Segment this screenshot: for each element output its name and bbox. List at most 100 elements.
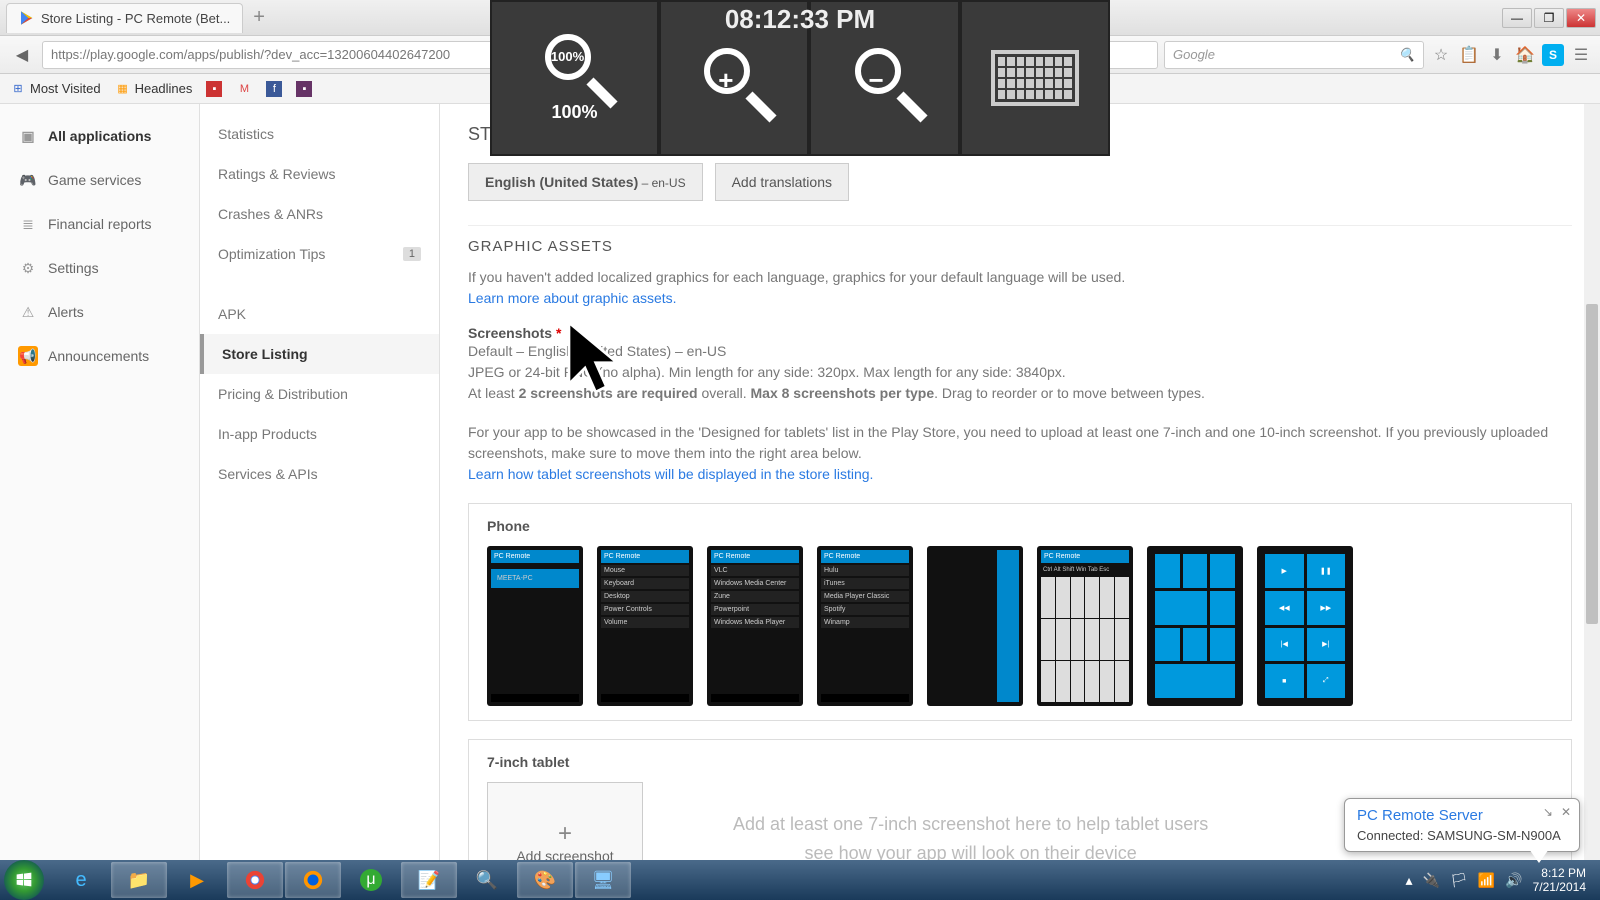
taskbar-chrome[interactable] <box>227 862 283 898</box>
grid-icon: ⊞ <box>10 81 26 97</box>
taskbar-app-1[interactable]: 🔍 <box>459 862 515 898</box>
sidebar-settings[interactable]: ⚙ Settings <box>0 246 199 290</box>
zoom-100-button[interactable]: 100% 100% <box>490 0 659 156</box>
gmail-icon[interactable]: M <box>236 81 252 97</box>
taskbar-notepad[interactable]: 📝 <box>401 862 457 898</box>
sidebar-game-services[interactable]: 🎮 Game services <box>0 158 199 202</box>
learn-tablet-link[interactable]: Learn how tablet screenshots will be dis… <box>468 466 873 482</box>
new-tab-button[interactable]: + <box>253 6 265 29</box>
start-button[interactable] <box>4 860 44 900</box>
language-selector-button[interactable]: English (United States) – en-US <box>468 163 703 201</box>
sidebar-all-applications[interactable]: ▣ All applications <box>0 114 199 158</box>
remote-control-overlay: 08:12:33 PM 100% 100% + − <box>490 0 1110 156</box>
sidebar-label: Optimization Tips <box>218 246 325 262</box>
notification-popup: ↘ ✕ PC Remote Server Connected: SAMSUNG-… <box>1344 798 1580 852</box>
overlay-clock: 08:12:33 PM <box>725 4 875 35</box>
sidebar-services-apis[interactable]: Services & APIs <box>200 454 439 494</box>
tray-network-icon[interactable]: 🔌 <box>1423 872 1440 889</box>
bookmark-favicon-4[interactable]: ▪ <box>296 81 312 97</box>
bookmark-label: Headlines <box>135 81 193 96</box>
skype-icon[interactable]: S <box>1542 44 1564 66</box>
sidebar-optimization-tips[interactable]: Optimization Tips 1 <box>200 234 439 274</box>
tray-volume-icon[interactable]: 🔊 <box>1505 872 1522 889</box>
sidebar-store-listing[interactable]: Store Listing <box>200 334 439 374</box>
tray-flag-icon[interactable]: 🏳 <box>1450 872 1468 889</box>
sidebar-crashes-anrs[interactable]: Crashes & ANRs <box>200 194 439 234</box>
close-button[interactable]: ✕ <box>1566 8 1596 28</box>
notification-body: Connected: SAMSUNG-SM-N900A <box>1357 828 1567 843</box>
screenshot-thumbnail[interactable]: PC RemoteCtrl Alt Shift Win Tab Esc <box>1037 546 1133 706</box>
browser-tab[interactable]: Store Listing - PC Remote (Bet... <box>6 3 243 33</box>
taskbar-gimp[interactable]: 🎨 <box>517 862 573 898</box>
taskbar-utorrent[interactable]: μ <box>343 862 399 898</box>
clipboard-icon[interactable]: 📋 <box>1458 44 1480 66</box>
screenshot-thumbnail[interactable]: PC RemoteVLCWindows Media CenterZunePowe… <box>707 546 803 706</box>
notification-close-icon[interactable]: ✕ <box>1561 805 1571 819</box>
taskbar-media-player[interactable]: ▶ <box>169 862 225 898</box>
screenshot-thumbnail[interactable]: PC RemoteHuluiTunesMedia Player ClassicS… <box>817 546 913 706</box>
plus-icon: + <box>558 820 572 848</box>
gear-icon: ⚙ <box>18 258 38 278</box>
sidebar-label: APK <box>218 306 246 322</box>
learn-graphic-assets-link[interactable]: Learn more about graphic assets. <box>468 290 677 306</box>
screenshot-thumbnail[interactable] <box>927 546 1023 706</box>
screenshots-heading: Screenshots * <box>468 325 1572 341</box>
sidebar-in-app-products[interactable]: In-app Products <box>200 414 439 454</box>
taskbar-explorer[interactable]: 📁 <box>111 862 167 898</box>
minimize-button[interactable]: — <box>1502 8 1532 28</box>
add-screenshot-label: Add screenshot <box>516 848 613 860</box>
magnifier-minus-icon: − <box>855 48 915 108</box>
taskbar-remote[interactable]: 🖥 <box>575 862 631 898</box>
bookmark-star-icon[interactable]: ☆ <box>1430 44 1452 66</box>
screenshot-thumbnail[interactable]: PC RemoteMouseKeyboardDesktopPower Contr… <box>597 546 693 706</box>
rss-icon: ▦ <box>115 81 131 97</box>
tray-wifi-icon[interactable]: 📶 <box>1478 872 1495 889</box>
main-panel: ST English (United States) – en-US Add t… <box>440 104 1600 860</box>
maximize-button[interactable]: ❐ <box>1534 8 1564 28</box>
facebook-icon[interactable]: f <box>266 81 282 97</box>
taskbar-ie[interactable]: e <box>53 862 109 898</box>
taskbar-firefox[interactable] <box>285 862 341 898</box>
sidebar-statistics[interactable]: Statistics <box>200 114 439 154</box>
sidebar-label: Announcements <box>48 348 149 364</box>
required-star-icon: * <box>556 325 561 341</box>
megaphone-icon: 📢 <box>18 346 38 366</box>
screenshot-thumbnail[interactable] <box>1147 546 1243 706</box>
tray-expand-icon[interactable]: ▴ <box>1405 872 1412 889</box>
add-screenshot-button[interactable]: + Add screenshot <box>487 782 643 860</box>
headlines-bookmark[interactable]: ▦ Headlines <box>115 81 193 97</box>
scrollbar-thumb[interactable] <box>1586 304 1598 624</box>
add-translations-button[interactable]: Add translations <box>715 163 849 201</box>
menu-icon[interactable]: ☰ <box>1570 44 1592 66</box>
notification-minimize-icon[interactable]: ↘ <box>1543 805 1553 819</box>
button-label: Add translations <box>732 174 832 190</box>
sidebar-ratings-reviews[interactable]: Ratings & Reviews <box>200 154 439 194</box>
clock-date: 7/21/2014 <box>1533 880 1586 894</box>
tray-clock[interactable]: 8:12 PM 7/21/2014 <box>1533 866 1586 895</box>
search-box[interactable]: Google 🔍 <box>1164 41 1424 69</box>
download-icon[interactable]: ⬇ <box>1486 44 1508 66</box>
sidebar-label: Financial reports <box>48 216 152 232</box>
phone-group-label: Phone <box>487 518 1553 534</box>
zoom-label: 100% <box>552 102 598 123</box>
sidebar-announcements[interactable]: 📢 Announcements <box>0 334 199 378</box>
bookmark-favicon-1[interactable]: ▪ <box>206 81 222 97</box>
home-icon[interactable]: 🏠 <box>1514 44 1536 66</box>
sidebar-label: Crashes & ANRs <box>218 206 323 222</box>
keyboard-button[interactable] <box>960 0 1110 156</box>
language-label: English (United States) <box>485 174 638 190</box>
screenshot-thumbnail[interactable]: ▶❚❚◀◀▶▶|◀▶|■⤢ <box>1257 546 1353 706</box>
screenshot-thumbnail[interactable]: PC RemoteMEETA-PC <box>487 546 583 706</box>
clock-time: 8:12 PM <box>1533 866 1586 880</box>
vertical-scrollbar[interactable] <box>1584 104 1600 860</box>
remote-cursor-icon <box>565 320 621 400</box>
back-button[interactable]: ◀ <box>8 41 36 69</box>
sidebar-label: All applications <box>48 128 151 144</box>
sidebar-alerts[interactable]: ⚠ Alerts <box>0 290 199 334</box>
bookmark-label: Most Visited <box>30 81 101 96</box>
sidebar-apk[interactable]: APK <box>200 294 439 334</box>
windows-logo-icon <box>13 869 35 891</box>
sidebar-pricing-distribution[interactable]: Pricing & Distribution <box>200 374 439 414</box>
most-visited-bookmark[interactable]: ⊞ Most Visited <box>10 81 101 97</box>
sidebar-financial-reports[interactable]: ≣ Financial reports <box>0 202 199 246</box>
